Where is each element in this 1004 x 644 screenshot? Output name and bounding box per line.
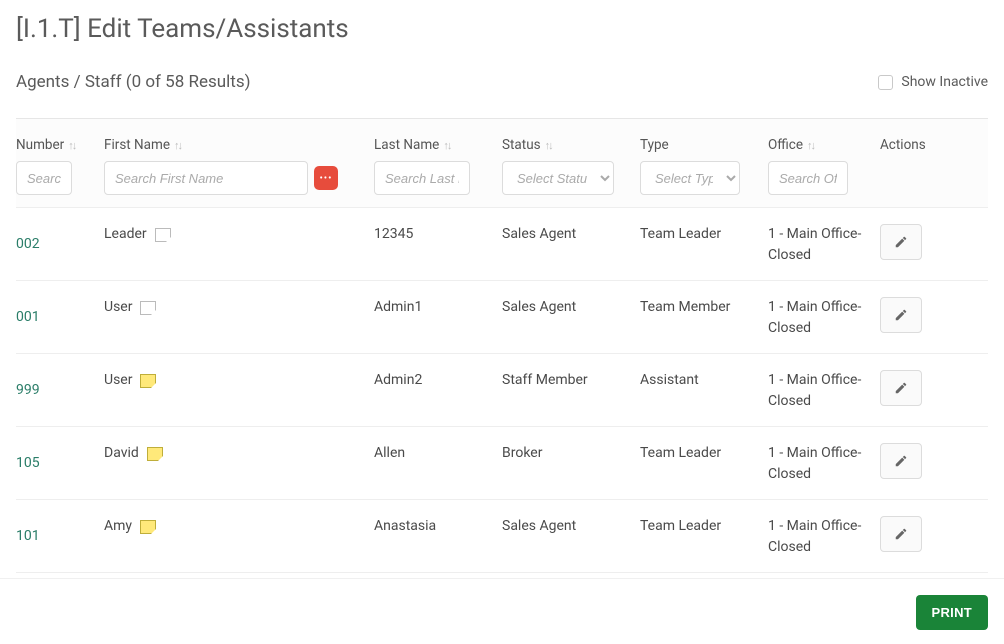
cell-first-name: Amy xyxy=(104,516,374,537)
col-header-first-name[interactable]: First Name ↑↓ xyxy=(104,137,366,153)
note-icon[interactable] xyxy=(140,301,156,315)
cell-last-name: Anastasia xyxy=(374,516,502,537)
results-summary: Agents / Staff (0 of 58 Results) xyxy=(16,72,251,92)
pencil-icon xyxy=(894,454,908,468)
edit-button[interactable] xyxy=(880,297,922,333)
filter-type-select[interactable]: Select Type... xyxy=(640,161,740,195)
cell-status: Sales Agent xyxy=(502,224,640,245)
more-filters-button[interactable]: ••• xyxy=(314,166,338,190)
cell-number[interactable]: 105 xyxy=(16,443,104,474)
checkbox-icon xyxy=(878,75,893,90)
cell-status: Sales Agent xyxy=(502,297,640,318)
cell-type: Team Member xyxy=(640,297,768,318)
filter-status-select[interactable]: Select Status... xyxy=(502,161,614,195)
cell-type: Team Leader xyxy=(640,224,768,245)
sort-icon: ↑↓ xyxy=(68,139,75,152)
col-header-status[interactable]: Status ↑↓ xyxy=(502,137,632,153)
cell-number[interactable]: 001 xyxy=(16,297,104,328)
edit-button[interactable] xyxy=(880,443,922,479)
table-row: 001UserAdmin1Sales AgentTeam Member1 - M… xyxy=(16,281,988,354)
cell-actions xyxy=(880,224,988,260)
cell-actions xyxy=(880,370,988,406)
cell-office: 1 - Main Office-Closed xyxy=(768,443,880,485)
col-header-last-name[interactable]: Last Name ↑↓ xyxy=(374,137,494,153)
print-button[interactable]: PRINT xyxy=(916,595,989,630)
cell-type: Team Leader xyxy=(640,443,768,464)
sort-icon: ↑↓ xyxy=(545,139,552,152)
pencil-icon xyxy=(894,381,908,395)
edit-button[interactable] xyxy=(880,370,922,406)
pencil-icon xyxy=(894,235,908,249)
col-header-actions: Actions xyxy=(880,137,984,153)
pencil-icon xyxy=(894,527,908,541)
note-icon[interactable] xyxy=(140,520,156,534)
cell-status: Broker xyxy=(502,443,640,464)
cell-last-name: Allen xyxy=(374,443,502,464)
page-title: [I.1.T] Edit Teams/Assistants xyxy=(16,14,988,44)
cell-office: 1 - Main Office-Closed xyxy=(768,224,880,266)
table-row: 002Leader12345Sales AgentTeam Leader1 - … xyxy=(16,208,988,281)
sort-icon: ↑↓ xyxy=(443,139,450,152)
cell-office: 1 - Main Office-Closed xyxy=(768,370,880,412)
pencil-icon xyxy=(894,308,908,322)
sort-icon: ↑↓ xyxy=(807,139,814,152)
cell-office: 1 - Main Office-Closed xyxy=(768,516,880,558)
table-header: Number ↑↓ First Name ↑↓ ••• Last Name xyxy=(16,119,988,208)
show-inactive-label: Show Inactive xyxy=(901,74,988,90)
note-icon[interactable] xyxy=(155,228,171,242)
table-row: 105DavidAllenBrokerTeam Leader1 - Main O… xyxy=(16,427,988,500)
footer: PRINT xyxy=(0,578,1004,644)
edit-button[interactable] xyxy=(880,516,922,552)
cell-office: 1 - Main Office-Closed xyxy=(768,297,880,339)
cell-number[interactable]: 101 xyxy=(16,516,104,547)
table-row: 101AmyAnastasiaSales AgentTeam Leader1 -… xyxy=(16,500,988,573)
sort-icon: ↑↓ xyxy=(174,139,181,152)
cell-type: Team Leader xyxy=(640,516,768,537)
cell-status: Staff Member xyxy=(502,370,640,391)
cell-actions xyxy=(880,516,988,552)
cell-last-name: Admin2 xyxy=(374,370,502,391)
col-header-number[interactable]: Number ↑↓ xyxy=(16,137,96,153)
cell-first-name: David xyxy=(104,443,374,464)
cell-number[interactable]: 999 xyxy=(16,370,104,401)
cell-status: Sales Agent xyxy=(502,516,640,537)
filter-number-input[interactable] xyxy=(16,161,72,195)
edit-button[interactable] xyxy=(880,224,922,260)
cell-actions xyxy=(880,443,988,479)
filter-last-name-input[interactable] xyxy=(374,161,470,195)
note-icon[interactable] xyxy=(147,447,163,461)
col-header-office[interactable]: Office ↑↓ xyxy=(768,137,872,153)
cell-first-name: Leader xyxy=(104,224,374,245)
cell-type: Assistant xyxy=(640,370,768,391)
cell-last-name: Admin1 xyxy=(374,297,502,318)
cell-first-name: User xyxy=(104,297,374,318)
cell-number[interactable]: 002 xyxy=(16,224,104,255)
filter-first-name-input[interactable] xyxy=(104,161,308,195)
table-body: 002Leader12345Sales AgentTeam Leader1 - … xyxy=(16,208,988,578)
cell-last-name: 12345 xyxy=(374,224,502,245)
table-row: 999UserAdmin2Staff MemberAssistant1 - Ma… xyxy=(16,354,988,427)
agents-table: Number ↑↓ First Name ↑↓ ••• Last Name xyxy=(16,118,988,578)
cell-first-name: User xyxy=(104,370,374,391)
note-icon[interactable] xyxy=(140,374,156,388)
col-header-type: Type xyxy=(640,137,760,153)
show-inactive-toggle[interactable]: Show Inactive xyxy=(878,74,988,90)
filter-office-input[interactable] xyxy=(768,161,848,195)
cell-actions xyxy=(880,297,988,333)
